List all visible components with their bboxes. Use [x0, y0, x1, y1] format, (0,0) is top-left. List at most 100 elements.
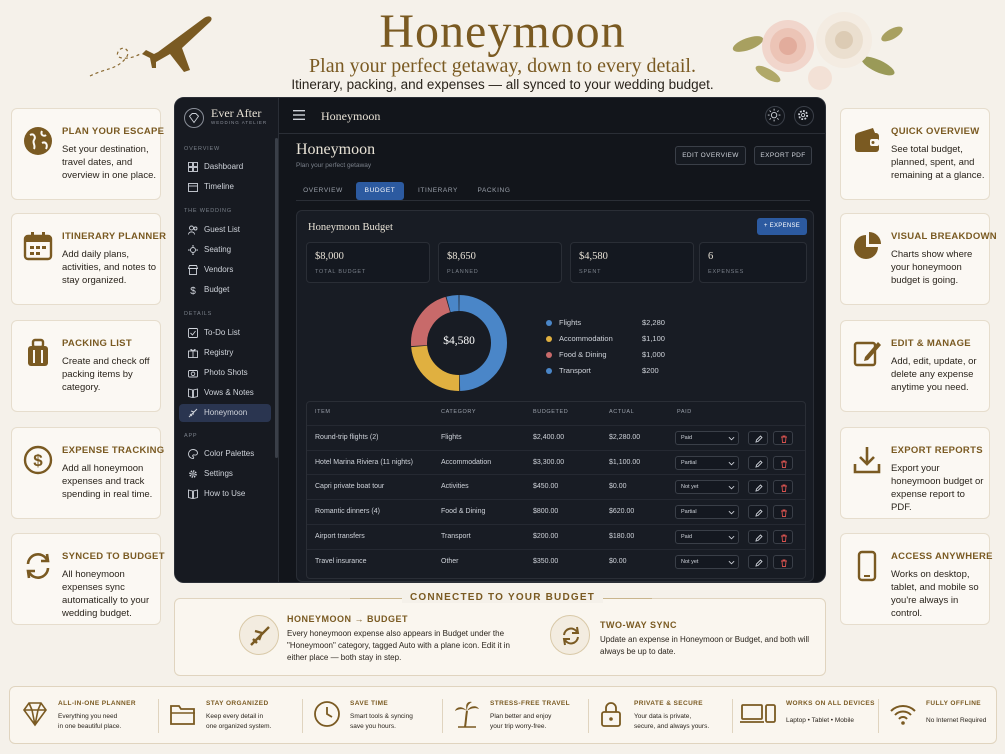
- brand-logo-icon: [184, 108, 204, 128]
- cell-category: Accommodation: [441, 458, 492, 466]
- svg-text:$: $: [190, 286, 196, 295]
- benefit-desc-1: Plan better and enjoy: [490, 713, 552, 720]
- edit-overview-button[interactable]: EDIT OVERVIEW: [675, 146, 746, 165]
- legend-value: $1,100: [642, 334, 665, 343]
- pencil-icon: [755, 558, 763, 567]
- benefit-title: FULLY OFFLINE: [926, 700, 982, 707]
- feature-title: ITINERARY PLANNER: [62, 231, 167, 242]
- budget-card: Honeymoon Budget + EXPENSE $8,000 TOTAL …: [296, 210, 814, 582]
- donut-slice-accommodation: [411, 345, 460, 391]
- legend-item: Flights $2,280: [546, 317, 676, 329]
- sidebar-item-to-do-list[interactable]: To-Do List: [179, 324, 271, 342]
- feature-edit-manage: EDIT & MANAGE Add, edit, update, or dele…: [840, 320, 990, 412]
- download-icon: [853, 447, 881, 474]
- edit-expense-button[interactable]: [748, 505, 768, 520]
- donut-center-label: $4,580: [443, 335, 475, 347]
- edit-expense-button[interactable]: [748, 455, 768, 470]
- tab-budget[interactable]: BUDGET: [356, 182, 404, 200]
- sidebar-item-registry[interactable]: Registry: [179, 344, 271, 362]
- sync-icon: [26, 553, 50, 579]
- delete-expense-button[interactable]: [773, 431, 793, 445]
- legend-swatch: [546, 368, 552, 374]
- delete-expense-button[interactable]: [773, 554, 793, 569]
- sidebar-item-budget[interactable]: $ Budget: [179, 281, 271, 299]
- benefit-title: STAY ORGANIZED: [206, 700, 269, 707]
- palm-icon: [455, 701, 479, 728]
- paid-status-select[interactable]: Not yet: [675, 554, 739, 569]
- sidebar-item-seating[interactable]: Seating: [179, 241, 271, 259]
- cell-actual: $620.00: [609, 508, 635, 516]
- cell-item: Airport transfers: [315, 532, 365, 540]
- sidebar-item-guest-list[interactable]: Guest List: [179, 221, 271, 239]
- paid-status-select[interactable]: Partial: [675, 505, 739, 520]
- topbar: Honeymoon: [279, 98, 825, 134]
- theme-toggle-button[interactable]: [765, 106, 785, 126]
- cell-budgeted: $350.00: [533, 557, 559, 565]
- suitcase-icon: [28, 338, 48, 366]
- trash-icon: [781, 509, 787, 518]
- feature-packing-list: PACKING LIST Create and check off packin…: [11, 320, 161, 412]
- divider: [302, 699, 303, 733]
- sidebar-item-vows-notes[interactable]: Vows & Notes: [179, 384, 271, 402]
- edit-expense-button[interactable]: [748, 554, 768, 569]
- users-icon: [188, 225, 198, 235]
- column-header-budgeted: BUDGETED: [533, 409, 569, 415]
- tab-overview[interactable]: OVERVIEW: [296, 182, 350, 200]
- sidebar-item-dashboard[interactable]: Dashboard: [179, 158, 271, 176]
- stat-value: 6: [708, 251, 714, 262]
- feature-expense-tracking: $ EXPENSE TRACKING Add all honeymoon exp…: [11, 427, 164, 519]
- paid-status-select[interactable]: Partial: [675, 455, 739, 470]
- column-header-item: ITEM: [315, 409, 331, 415]
- menu-icon[interactable]: [293, 110, 305, 120]
- paid-status-select[interactable]: Not yet: [675, 480, 739, 495]
- connected-budget-panel: HONEYMOON → BUDGET Every honeymoon expen…: [174, 598, 826, 676]
- sidebar-item-how-to-use[interactable]: How to Use: [179, 485, 271, 503]
- divider: [878, 699, 879, 733]
- edit-expense-button[interactable]: [748, 529, 768, 544]
- gear-icon: [798, 110, 809, 121]
- benefit-fully-offline: FULLY OFFLINE No Internet Required: [884, 687, 994, 745]
- sidebar-item-photo-shots[interactable]: Photo Shots: [179, 364, 271, 382]
- settings-button[interactable]: [794, 106, 814, 126]
- edit-expense-button[interactable]: [748, 431, 768, 445]
- camera-icon: [188, 370, 198, 378]
- sidebar-item-timeline[interactable]: Timeline: [179, 178, 271, 196]
- edit-expense-button[interactable]: [748, 480, 768, 495]
- export-pdf-button[interactable]: EXPORT PDF: [754, 146, 812, 165]
- cell-actual: $180.00: [609, 532, 635, 540]
- legend-label: Accommodation: [559, 334, 613, 343]
- sidebar-item-vendors[interactable]: Vendors: [179, 261, 271, 279]
- benefit-desc-1: No Internet Required: [926, 717, 987, 724]
- benefit-desc-2: secure, and always yours.: [634, 722, 710, 730]
- sidebar-item-honeymoon[interactable]: Honeymoon: [179, 404, 271, 422]
- feature-itinerary-planner: ITINERARY PLANNER Add daily plans, activ…: [11, 213, 166, 305]
- sidebar-item-label: Vows & Notes: [204, 388, 254, 397]
- sidebar-item-settings[interactable]: Settings: [179, 465, 271, 483]
- store-icon: [188, 265, 198, 275]
- feature-desc: Export your honeymoon budget or expense …: [891, 463, 984, 513]
- delete-expense-button[interactable]: [773, 529, 793, 544]
- topbar-title: Honeymoon: [321, 109, 381, 123]
- benefit-title: STRESS-FREE TRAVEL: [490, 700, 571, 707]
- sidebar-item-color-palettes[interactable]: Color Palettes: [179, 445, 271, 463]
- paid-status-select[interactable]: Paid: [675, 529, 739, 544]
- cell-item: Travel insurance: [315, 557, 367, 565]
- pencil-icon: [755, 509, 763, 517]
- book-icon: [188, 388, 198, 398]
- add-expense-button[interactable]: + EXPENSE: [757, 218, 807, 235]
- tab-itinerary[interactable]: ITINERARY: [410, 182, 466, 200]
- delete-expense-button[interactable]: [773, 480, 793, 495]
- budget-title: Honeymoon Budget: [308, 222, 393, 233]
- sidebar-scrollbar[interactable]: [275, 138, 278, 458]
- tab-packing[interactable]: PACKING: [469, 182, 519, 200]
- table-row: Airport transfers Transport $200.00 $180.00…: [307, 523, 805, 549]
- book-icon: [188, 489, 198, 499]
- wifi-icon: [890, 705, 916, 725]
- paid-status-select[interactable]: Paid: [675, 431, 739, 445]
- delete-expense-button[interactable]: [773, 455, 793, 470]
- sun-icon: [767, 108, 781, 122]
- delete-expense-button[interactable]: [773, 505, 793, 520]
- cell-budgeted: $200.00: [533, 532, 559, 540]
- svg-text:$: $: [33, 451, 43, 470]
- cell-actual: $2,280.00: [609, 434, 641, 441]
